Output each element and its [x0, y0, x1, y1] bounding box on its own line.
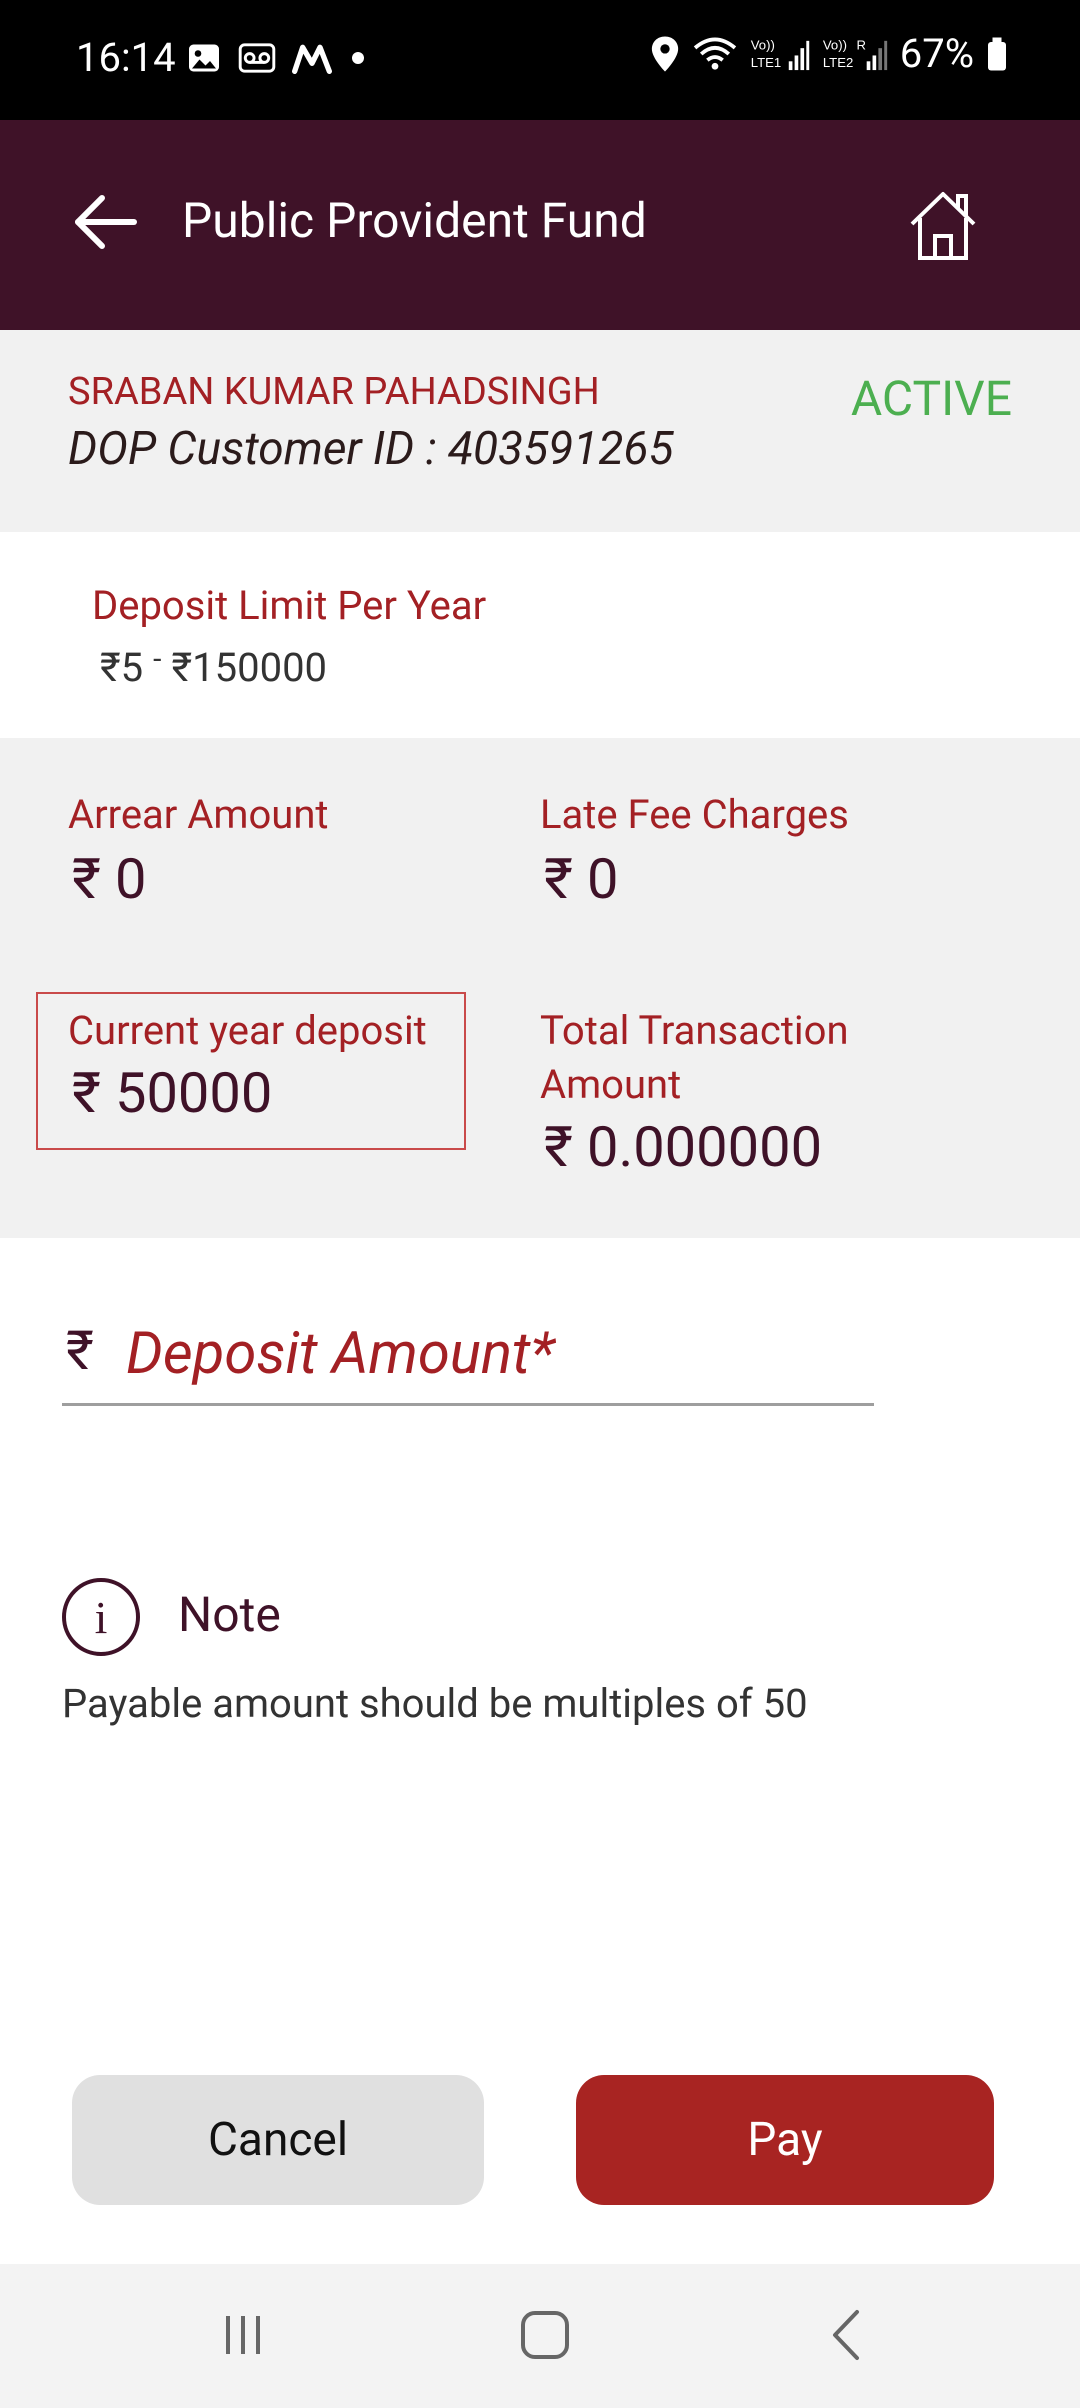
note-title: Note — [178, 1586, 281, 1643]
wifi-icon — [693, 37, 736, 70]
late-fee-value: ₹0 — [544, 846, 618, 912]
total-transaction-label-line1: Total Transaction — [540, 1007, 849, 1054]
signal-lte2-icon: Vo)) LTE2R — [823, 37, 887, 70]
dot-icon — [352, 52, 364, 64]
svg-text:R: R — [856, 37, 866, 52]
recent-apps-icon — [226, 2316, 260, 2354]
customer-name: SRABAN KUMAR PAHADSINGH — [68, 370, 600, 414]
back-button[interactable] — [64, 182, 144, 262]
svg-text:Vo)): Vo)) — [823, 37, 847, 52]
late-fee-label: Late Fee Charges — [540, 791, 849, 838]
deposit-limit-section: Deposit Limit Per Year ₹5 - ₹150000 — [0, 532, 1080, 738]
deposit-amount-field[interactable]: ₹ — [62, 1310, 874, 1406]
app-bar: Public Provident Fund — [0, 120, 1080, 330]
system-nav-bar — [0, 2264, 1080, 2408]
customer-section: SRABAN KUMAR PAHADSINGH DOP Customer ID … — [0, 330, 1080, 532]
total-transaction-value: ₹0.000000 — [544, 1114, 822, 1180]
deposit-amount-input[interactable] — [124, 1310, 864, 1398]
battery-percent: 67% — [899, 30, 974, 77]
svg-text:Vo)): Vo)) — [751, 37, 775, 52]
m-app-icon — [292, 44, 332, 74]
status-badge: ACTIVE — [850, 370, 1012, 427]
recent-apps-button[interactable] — [198, 2300, 288, 2370]
arrear-amount: 0 — [114, 846, 147, 912]
total-transaction-label: Total Transaction Amount — [540, 1004, 849, 1112]
battery-icon — [988, 37, 1006, 70]
currency-symbol: ₹ — [72, 846, 101, 912]
cancel-button[interactable]: Cancel — [72, 2075, 484, 2205]
voicemail-icon — [238, 43, 276, 73]
status-right-icons: Vo)) LTE1 Vo)) LTE2 R 67% — [650, 30, 1008, 77]
deposit-limit-max: ₹150000 — [171, 644, 328, 691]
back-nav-button[interactable] — [802, 2300, 892, 2370]
info-icon: i — [62, 1578, 140, 1656]
location-icon — [651, 35, 678, 72]
late-fee-amount: 0 — [586, 846, 619, 912]
svg-text:LTE1: LTE1 — [751, 55, 781, 70]
deposit-limit-range: ₹5 - ₹150000 — [100, 642, 328, 691]
currency-symbol: ₹ — [72, 1060, 101, 1126]
arrow-left-icon — [75, 195, 137, 249]
total-transaction-amount: 0.000000 — [586, 1114, 823, 1180]
note-text: Payable amount should be multiples of 50 — [62, 1680, 808, 1727]
currency-symbol: ₹ — [544, 1114, 573, 1180]
signal-lte1-icon: Vo)) LTE1 — [751, 37, 809, 70]
current-year-deposit-value: ₹50000 — [72, 1060, 272, 1126]
svg-text:LTE2: LTE2 — [823, 55, 853, 70]
arrear-amount-value: ₹0 — [72, 846, 146, 912]
back-nav-icon — [833, 2310, 859, 2360]
home-button[interactable] — [898, 180, 988, 270]
deposit-currency-symbol: ₹ — [66, 1320, 94, 1383]
deposit-limit-label: Deposit Limit Per Year — [92, 582, 487, 629]
page-title: Public Provident Fund — [182, 192, 647, 249]
deposit-limit-separator: - — [153, 642, 162, 677]
gallery-icon — [189, 44, 219, 72]
total-transaction-label-line2: Amount — [540, 1061, 682, 1108]
status-bar: 16:14 Vo)) LTE1 Vo)) LTE2 R 67% — [0, 0, 1080, 120]
arrear-amount-label: Arrear Amount — [68, 791, 329, 838]
deposit-limit-min: ₹5 — [100, 644, 144, 691]
currency-symbol: ₹ — [544, 846, 573, 912]
home-nav-icon — [521, 2311, 569, 2359]
pay-button[interactable]: Pay — [576, 2075, 994, 2205]
current-year-deposit-amount: 50000 — [114, 1060, 273, 1126]
current-year-deposit-label: Current year deposit — [68, 1007, 427, 1054]
status-time: 16:14 — [76, 34, 176, 81]
amounts-section: Arrear Amount ₹0 Late Fee Charges ₹0 Cur… — [0, 738, 1080, 1238]
customer-id: DOP Customer ID : 403591265 — [68, 422, 674, 476]
home-icon — [910, 192, 976, 260]
home-nav-button[interactable] — [500, 2300, 590, 2370]
status-left-icons — [186, 40, 368, 76]
